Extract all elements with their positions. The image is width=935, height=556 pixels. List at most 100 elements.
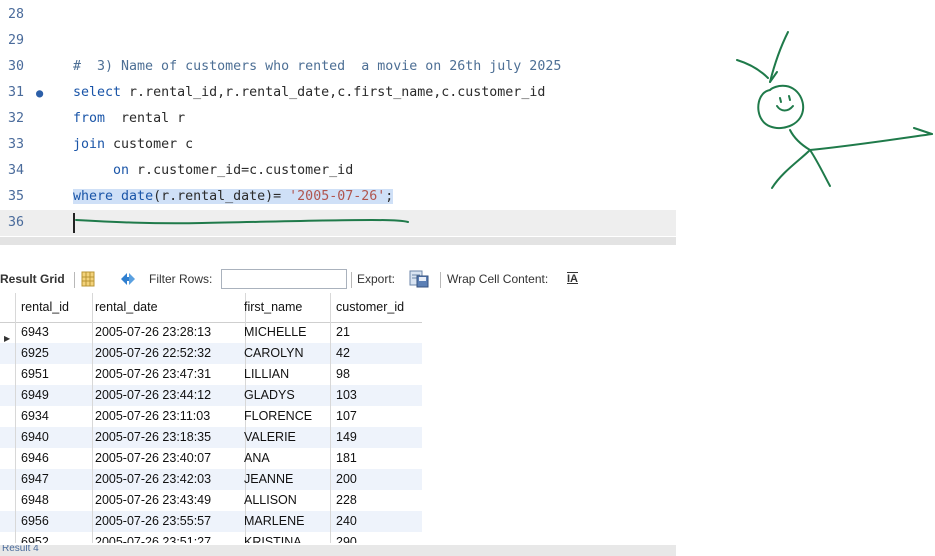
table-cell[interactable]: 21 xyxy=(326,322,422,343)
code-token: join xyxy=(73,137,106,152)
row-selector[interactable] xyxy=(0,427,16,448)
column-header-first-name[interactable]: first_name xyxy=(239,293,331,323)
table-row[interactable]: 6934 2005-07-26 23:11:03 FLORENCE 107 xyxy=(0,406,422,427)
table-cell[interactable]: 200 xyxy=(326,469,422,490)
table-cell[interactable]: MARLENE xyxy=(239,511,331,532)
table-cell[interactable]: 2005-07-26 23:44:12 xyxy=(88,385,246,406)
result-tab[interactable]: Result 4 xyxy=(2,545,39,555)
table-cell[interactable]: 2005-07-26 22:52:32 xyxy=(88,343,246,364)
row-selector[interactable] xyxy=(0,385,16,406)
code-text[interactable]: # 3) Name of customers who rented a movi… xyxy=(73,54,561,80)
code-token: '2005-07-26' xyxy=(289,189,386,204)
table-cell[interactable]: 6946 xyxy=(16,448,93,469)
toolbar-divider xyxy=(440,272,441,288)
table-cell[interactable]: KRISTINA xyxy=(239,532,331,543)
table-row[interactable]: 6956 2005-07-26 23:55:57 MARLENE 240 xyxy=(0,511,422,532)
table-cell[interactable]: JEANNE xyxy=(239,469,331,490)
table-row[interactable]: 6952 2005-07-26 23:51:27 KRISTINA 290 xyxy=(0,532,422,543)
table-cell[interactable]: 2005-07-26 23:28:13 xyxy=(88,322,246,343)
code-line[interactable]: 32 from rental r xyxy=(0,106,676,132)
column-header-rental-date[interactable]: rental_date xyxy=(88,293,246,323)
row-selector[interactable]: ▶ xyxy=(0,322,16,343)
table-cell[interactable]: ALLISON xyxy=(239,490,331,511)
code-text[interactable]: select r.rental_id,r.rental_date,c.first… xyxy=(73,80,545,106)
filter-rows-label: Filter Rows: xyxy=(149,272,213,286)
table-cell[interactable]: 228 xyxy=(326,490,422,511)
table-cell[interactable]: 6947 xyxy=(16,469,93,490)
table-cell[interactable]: 6951 xyxy=(16,364,93,385)
code-line[interactable]: 33 join customer c xyxy=(0,132,676,158)
table-cell[interactable]: 181 xyxy=(326,448,422,469)
row-selector[interactable] xyxy=(0,469,16,490)
sql-editor[interactable]: 28 29 30 # 3) Name of customers who rented … xyxy=(0,0,676,240)
row-selector[interactable] xyxy=(0,490,16,511)
table-row[interactable]: 6925 2005-07-26 22:52:32 CAROLYN 42 xyxy=(0,343,422,364)
table-cell[interactable]: 2005-07-26 23:51:27 xyxy=(88,532,246,543)
row-selector[interactable] xyxy=(0,364,16,385)
table-row[interactable]: 6940 2005-07-26 23:18:35 VALERIE 149 xyxy=(0,427,422,448)
row-selector[interactable] xyxy=(0,343,16,364)
code-line[interactable]: 35 where date(r.rental_date)= '2005-07-26… xyxy=(0,184,676,210)
table-cell[interactable]: 6940 xyxy=(16,427,93,448)
table-cell[interactable]: 6934 xyxy=(16,406,93,427)
editor-splitter[interactable] xyxy=(0,237,676,245)
code-text[interactable]: join customer c xyxy=(73,132,193,158)
table-cell[interactable]: 98 xyxy=(326,364,422,385)
code-line[interactable]: 34 on r.customer_id=c.customer_id xyxy=(0,158,676,184)
table-cell[interactable]: GLADYS xyxy=(239,385,331,406)
table-cell[interactable]: VALERIE xyxy=(239,427,331,448)
table-cell[interactable]: ANA xyxy=(239,448,331,469)
table-cell[interactable]: 6952 xyxy=(16,532,93,543)
table-cell[interactable]: 2005-07-26 23:40:07 xyxy=(88,448,246,469)
code-line[interactable]: 31 ● select r.rental_id,r.rental_date,c.fi… xyxy=(0,80,676,106)
table-cell[interactable]: 6956 xyxy=(16,511,93,532)
table-cell[interactable]: 2005-07-26 23:43:49 xyxy=(88,490,246,511)
filter-rows-input[interactable] xyxy=(221,269,347,289)
table-cell[interactable]: 42 xyxy=(326,343,422,364)
code-line[interactable]: 29 xyxy=(0,28,676,54)
table-row[interactable]: ▶ 6943 2005-07-26 23:28:13 MICHELLE 21 xyxy=(0,322,422,343)
table-cell[interactable]: 107 xyxy=(326,406,422,427)
table-row[interactable]: 6949 2005-07-26 23:44:12 GLADYS 103 xyxy=(0,385,422,406)
table-cell[interactable]: 2005-07-26 23:47:31 xyxy=(88,364,246,385)
code-line[interactable]: 30 # 3) Name of customers who rented a mo… xyxy=(0,54,676,80)
column-header-customer-id[interactable]: customer_id xyxy=(326,293,422,323)
result-grid[interactable]: rental_id rental_date first_name customer_i… xyxy=(0,293,422,543)
row-selector[interactable] xyxy=(0,448,16,469)
table-cell[interactable]: 2005-07-26 23:42:03 xyxy=(88,469,246,490)
code-text[interactable]: on r.customer_id=c.customer_id xyxy=(73,158,353,184)
table-cell[interactable]: 103 xyxy=(326,385,422,406)
table-cell[interactable]: 240 xyxy=(326,511,422,532)
table-cell[interactable]: 2005-07-26 23:18:35 xyxy=(88,427,246,448)
code-text[interactable]: where date(r.rental_date)= '2005-07-26'; xyxy=(73,184,394,210)
column-header-rental-id[interactable]: rental_id xyxy=(16,293,93,323)
code-text[interactable]: from rental r xyxy=(73,106,185,132)
table-row[interactable]: 6951 2005-07-26 23:47:31 LILLIAN 98 xyxy=(0,364,422,385)
table-cell[interactable]: 6925 xyxy=(16,343,93,364)
refresh-icon[interactable] xyxy=(118,265,138,293)
table-cell[interactable]: FLORENCE xyxy=(239,406,331,427)
hand-drawn-underline xyxy=(75,218,409,225)
table-row[interactable]: 6947 2005-07-26 23:42:03 JEANNE 200 xyxy=(0,469,422,490)
table-cell[interactable]: 6943 xyxy=(16,322,93,343)
table-cell[interactable]: 6949 xyxy=(16,385,93,406)
row-selector[interactable] xyxy=(0,532,16,543)
table-cell[interactable]: 290 xyxy=(326,532,422,543)
grid-layout-icon[interactable] xyxy=(80,265,96,293)
export-icon[interactable] xyxy=(408,265,430,293)
statement-marker-icon[interactable]: ● xyxy=(36,80,43,106)
table-row[interactable]: 6946 2005-07-26 23:40:07 ANA 181 xyxy=(0,448,422,469)
table-cell[interactable]: LILLIAN xyxy=(239,364,331,385)
result-grid-tab[interactable]: Result Grid xyxy=(0,265,65,293)
table-cell[interactable]: 2005-07-26 23:55:57 xyxy=(88,511,246,532)
table-cell[interactable]: CAROLYN xyxy=(239,343,331,364)
code-line[interactable]: 28 xyxy=(0,2,676,28)
table-cell[interactable]: 6948 xyxy=(16,490,93,511)
table-cell[interactable]: MICHELLE xyxy=(239,322,331,343)
wrap-cell-icon[interactable]: IA xyxy=(567,265,578,293)
table-cell[interactable]: 149 xyxy=(326,427,422,448)
row-selector[interactable] xyxy=(0,511,16,532)
table-cell[interactable]: 2005-07-26 23:11:03 xyxy=(88,406,246,427)
table-row[interactable]: 6948 2005-07-26 23:43:49 ALLISON 228 xyxy=(0,490,422,511)
row-selector[interactable] xyxy=(0,406,16,427)
